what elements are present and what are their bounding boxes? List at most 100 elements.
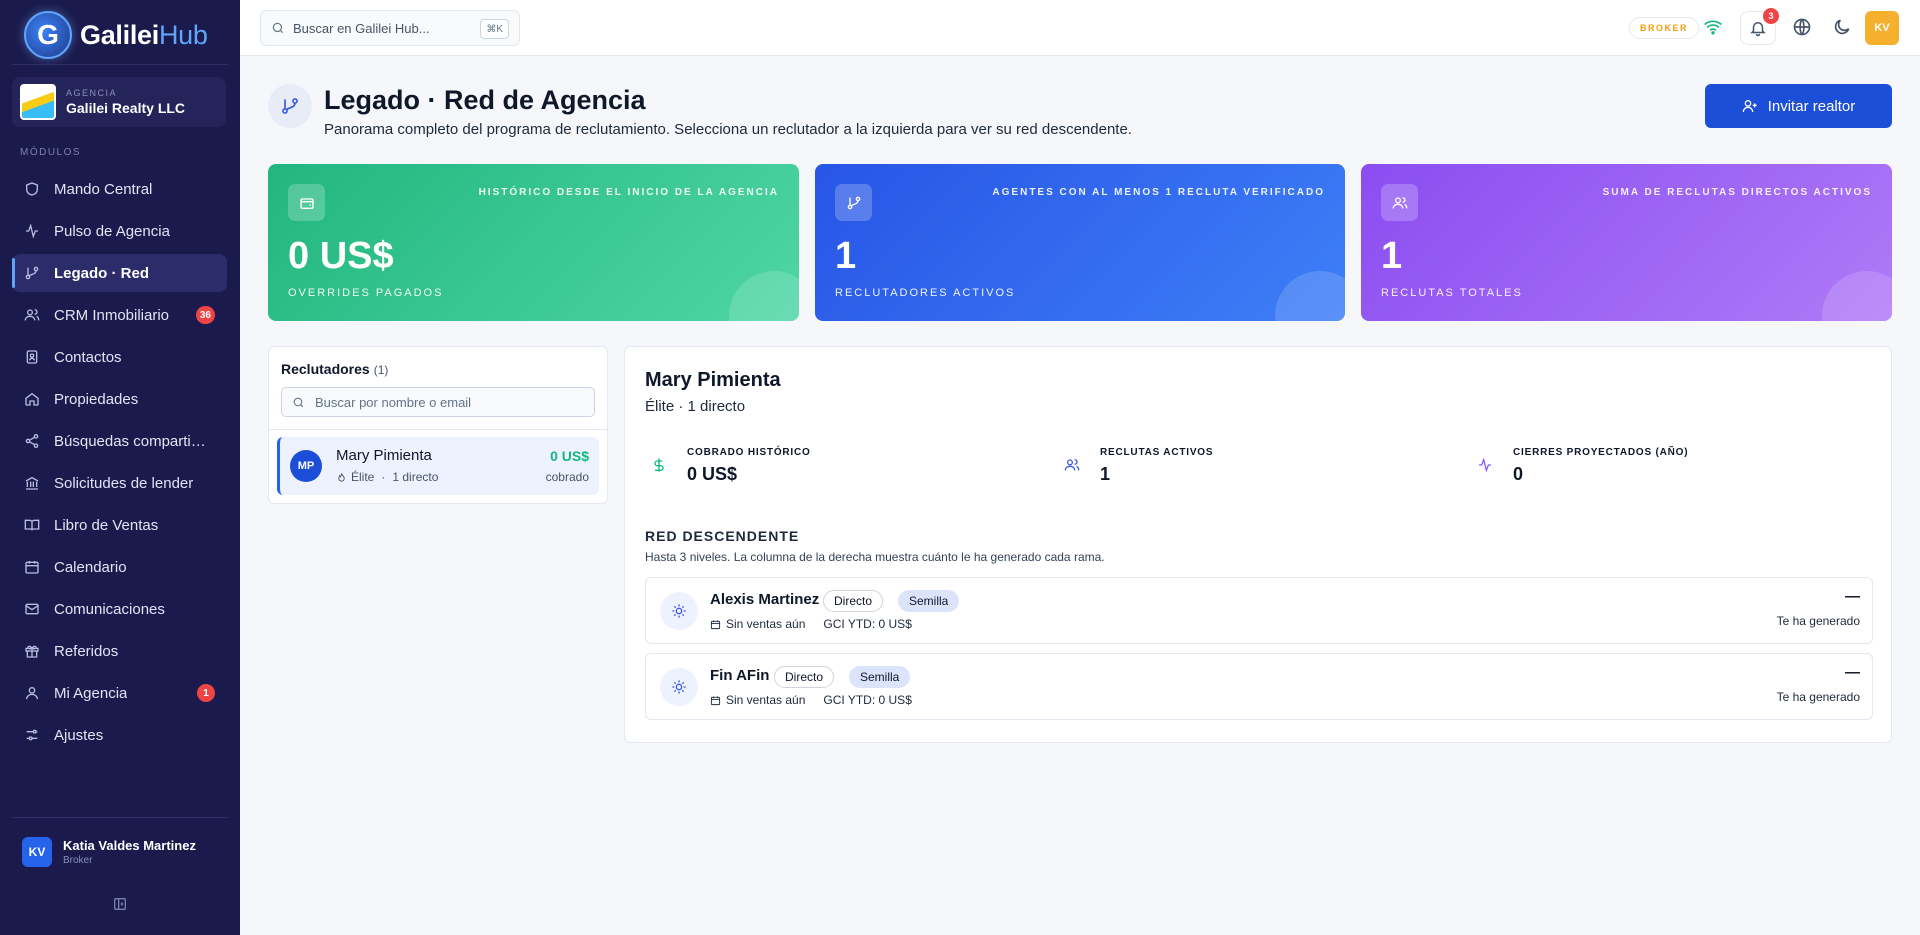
stat-card-overrides: HISTÓRICO DESDE EL INICIO DE LA AGENCIA … — [268, 164, 799, 321]
sidebar-item-label: Búsquedas compartidas — [54, 432, 214, 450]
sidebar-item-comunicaciones[interactable]: Comunicaciones — [12, 590, 227, 628]
branch-name: Alexis Martinez — [710, 591, 820, 608]
notifications-button[interactable]: 3 — [1740, 8, 1779, 45]
stat-label: RECLUTAS TOTALES — [1381, 287, 1523, 299]
git-branch-icon — [835, 184, 872, 221]
branch-meta: Sin ventas aún GCI YTD: 0 US$ — [710, 617, 912, 631]
top-bar: ⌘K BROKER 3 KV — [240, 0, 1920, 56]
git-branch-icon — [25, 266, 39, 280]
sidebar-item-referidos[interactable]: Referidos — [12, 632, 227, 670]
recruiter-name: Mary Pimienta — [336, 447, 432, 464]
sidebar-item-legado[interactable]: Legado · Red — [12, 254, 227, 292]
avatar[interactable]: KV — [1865, 11, 1899, 45]
activity-icon — [26, 223, 38, 239]
crm-count-badge: 36 — [195, 306, 215, 324]
search-icon — [272, 22, 284, 34]
recruiters-panel: Reclutadores(1) MP Mary Pimienta Élite ·… — [268, 346, 608, 504]
dollar-icon — [654, 458, 664, 472]
metric-value: 0 US$ — [687, 464, 738, 484]
network-branch-row[interactable]: Fin AFin Directo Semilla Sin ventas aún … — [645, 653, 1873, 720]
activity-icon — [1479, 457, 1491, 473]
sidebar-item-calendario[interactable]: Calendario — [12, 548, 227, 586]
sidebar-item-crm[interactable]: CRM Inmobiliario 36 — [12, 296, 227, 334]
branch-gci: GCI YTD: 0 US$ — [823, 693, 912, 707]
users-icon — [24, 309, 40, 321]
sidebar-item-mando-central[interactable]: Mando Central — [12, 170, 227, 208]
user-profile[interactable]: KV Katia Valdes Martinez Broker — [22, 837, 196, 867]
sliders-icon — [26, 729, 38, 741]
mail-icon — [25, 603, 39, 615]
stat-note: AGENTES CON AL MENOS 1 RECLUTA VERIFICAD… — [992, 187, 1325, 198]
recruiter-meta: Élite · 1 directo — [336, 470, 438, 484]
agency-kicker: AGENCIA — [66, 88, 118, 98]
sidebar-item-pulso[interactable]: Pulso de Agencia — [12, 212, 227, 250]
agency-logo — [20, 84, 56, 120]
sidebar-item-label: Mando Central — [54, 180, 153, 198]
app-name-main: Galilei — [80, 19, 159, 50]
sidebar-item-label: Contactos — [54, 348, 122, 366]
invite-realtor-button[interactable]: Invitar realtor — [1705, 84, 1892, 128]
share-icon — [25, 434, 39, 448]
recruiters-title-text: Reclutadores — [281, 361, 370, 377]
recruiter-amount: 0 US$ — [550, 448, 589, 464]
recruiter-directs: 1 directo — [392, 470, 439, 484]
sidebar-item-ajustes[interactable]: Ajustes — [12, 716, 227, 754]
tag-seed: Semilla — [849, 666, 911, 688]
sidebar-item-label: Solicitudes de lender — [54, 474, 194, 492]
stat-label: RECLUTADORES ACTIVOS — [835, 287, 1016, 299]
sidebar-item-libro-ventas[interactable]: Libro de Ventas — [12, 506, 227, 544]
recruiter-amount-label: cobrado — [545, 470, 589, 484]
recruiter-search-input[interactable] — [315, 394, 585, 410]
invite-realtor-label: Invitar realtor — [1767, 97, 1856, 115]
search-icon — [293, 397, 304, 407]
stat-value: 1 — [835, 235, 857, 277]
avatar: MP — [290, 450, 322, 482]
globe-icon[interactable] — [1792, 17, 1812, 37]
book-icon — [24, 519, 40, 531]
recruiter-search[interactable] — [281, 387, 595, 417]
sidebar-divider — [12, 817, 228, 818]
sidebar-item-lender[interactable]: Solicitudes de lender — [12, 464, 227, 502]
sidebar-item-label: Libro de Ventas — [54, 516, 159, 534]
tag-seed: Semilla — [898, 590, 960, 612]
search-input[interactable] — [293, 20, 473, 36]
metric-label: COBRADO HISTÓRICO — [687, 447, 811, 458]
recruiter-tier: Élite — [351, 470, 375, 484]
home-icon — [25, 392, 39, 406]
recruiter-detail-panel: Mary Pimienta Élite · 1 directo COBRADO … — [624, 346, 1892, 743]
agency-switcher[interactable]: AGENCIA Galilei Realty LLC — [12, 77, 226, 127]
wifi-icon — [1704, 20, 1722, 35]
flame-icon — [338, 472, 345, 482]
branch-name: Fin AFin — [710, 667, 770, 684]
moon-icon[interactable] — [1832, 17, 1852, 37]
recruiter-list-item[interactable]: MP Mary Pimienta Élite · 1 directo 0 US$… — [277, 437, 599, 495]
sidebar-item-label: Pulso de Agencia — [54, 222, 170, 240]
divider — [269, 429, 607, 430]
shield-icon — [26, 182, 38, 196]
collapse-sidebar-icon[interactable] — [112, 896, 128, 912]
user-name: Katia Valdes Martinez — [63, 838, 196, 853]
contacts-icon — [26, 350, 38, 364]
stat-label: OVERRIDES PAGADOS — [288, 287, 444, 299]
app-logo[interactable]: G GalileiHub — [24, 11, 208, 59]
branch-generated-label: Te ha generado — [1776, 614, 1860, 628]
search-shortcut-hint: ⌘K — [480, 19, 509, 39]
avatar: KV — [22, 837, 52, 867]
seed-icon — [660, 592, 698, 630]
metric-reclutas: RECLUTAS ACTIVOS 1 — [1064, 447, 1213, 485]
gift-icon — [25, 645, 39, 658]
network-branch-row[interactable]: Alexis Martinez Directo Semilla Sin vent… — [645, 577, 1873, 644]
sidebar-item-busquedas[interactable]: Búsquedas compartidas — [12, 422, 227, 460]
sidebar-item-propiedades[interactable]: Propiedades — [12, 380, 227, 418]
metric-label: RECLUTAS ACTIVOS — [1100, 447, 1214, 458]
logo-mark-icon: G — [24, 11, 72, 59]
sidebar-item-label: Mi Agencia — [54, 684, 128, 702]
network-subtitle: Hasta 3 niveles. La columna de la derech… — [645, 550, 1105, 564]
wallet-icon — [288, 184, 325, 221]
sidebar-item-contactos[interactable]: Contactos — [12, 338, 227, 376]
sidebar-item-label: Comunicaciones — [54, 600, 165, 618]
detail-subtitle: Élite · 1 directo — [645, 398, 746, 415]
role-pill: BROKER — [1629, 17, 1700, 39]
sidebar-item-mi-agencia[interactable]: Mi Agencia 1 — [12, 674, 227, 712]
global-search[interactable]: ⌘K — [260, 10, 520, 46]
